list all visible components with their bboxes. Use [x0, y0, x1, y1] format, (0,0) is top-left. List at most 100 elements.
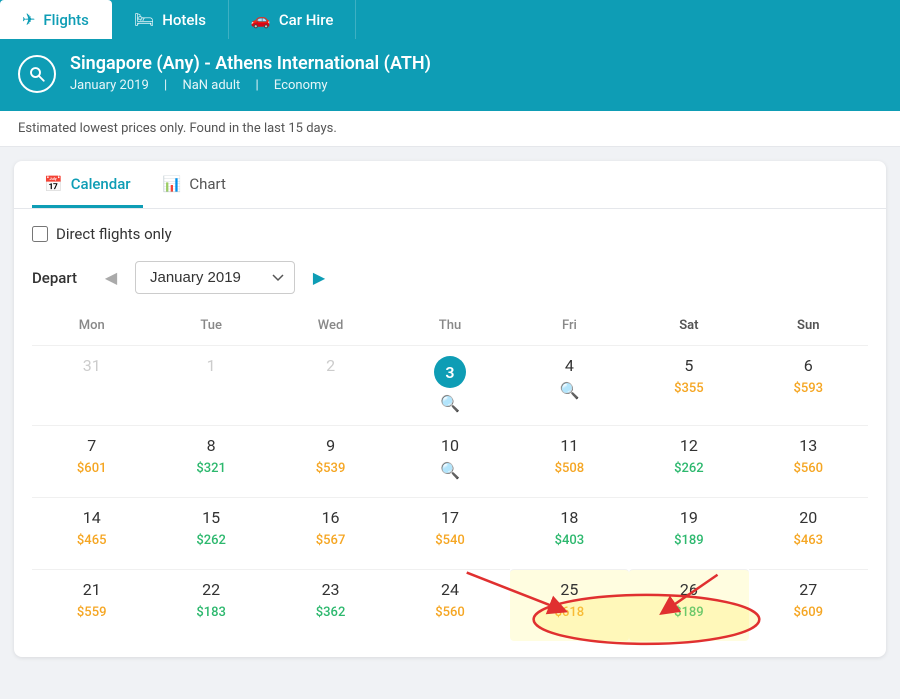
- day-31: 31: [32, 345, 151, 425]
- header-wed: Wed: [271, 314, 390, 337]
- calendar-wrapper: Mon Tue Wed Thu Fri Sat Sun 31: [32, 314, 868, 641]
- header-sat: Sat: [629, 314, 748, 337]
- view-tabs: 📅 Calendar 📊 Chart: [14, 161, 886, 209]
- day-price: $559: [77, 605, 107, 620]
- day-price: $362: [316, 605, 346, 620]
- day-jan7[interactable]: 7 $601: [32, 425, 151, 497]
- top-tabs: ✈ Flights 🛏 Hotels 🚗 Car Hire: [0, 0, 900, 39]
- day-jan14[interactable]: 14 $465: [32, 497, 151, 569]
- day-num: 17: [441, 508, 459, 527]
- day-num: 12: [680, 436, 698, 455]
- day-jan6[interactable]: 6 $593: [749, 345, 868, 425]
- day-jan23[interactable]: 23 $362: [271, 569, 390, 641]
- tab-carhire[interactable]: 🚗 Car Hire: [229, 0, 357, 39]
- day-price: $183: [196, 605, 226, 620]
- week-3: 14 $465 15 $262 16 $567 17: [32, 497, 868, 569]
- tab-chart[interactable]: 📊 Chart: [151, 161, 238, 208]
- day-num: 27: [799, 580, 817, 599]
- day-jan20[interactable]: 20 $463: [749, 497, 868, 569]
- day-price: $540: [435, 533, 465, 548]
- day-jan27[interactable]: 27 $609: [749, 569, 868, 641]
- search-circle[interactable]: [18, 55, 56, 93]
- hotels-icon: 🛏: [134, 10, 154, 29]
- next-month-button[interactable]: ▶: [305, 264, 333, 292]
- route-title: Singapore (Any) - Athens International (…: [70, 53, 431, 74]
- day-jan25[interactable]: 25 $618: [510, 569, 629, 641]
- day-jan16[interactable]: 16 $567: [271, 497, 390, 569]
- header-mon: Mon: [32, 314, 151, 337]
- flights-icon: ✈: [22, 10, 35, 29]
- tab-hotels[interactable]: 🛏 Hotels: [112, 0, 229, 39]
- tab-calendar[interactable]: 📅 Calendar: [32, 161, 143, 208]
- day-jan5[interactable]: 5 $355: [629, 345, 748, 425]
- day-jan8[interactable]: 8 $321: [151, 425, 270, 497]
- tab-flights-label: Flights: [43, 11, 88, 29]
- day-num: 21: [83, 580, 101, 599]
- week-2: 7 $601 8 $321 9 $539 10: [32, 425, 868, 497]
- day-jan26[interactable]: 26 $189: [629, 569, 748, 641]
- day-jan10[interactable]: 10 🔍: [390, 425, 509, 497]
- header-tue: Tue: [151, 314, 270, 337]
- calendar-section: Direct flights only Depart ◀ January 201…: [14, 209, 886, 657]
- chart-tab-label: Chart: [189, 175, 226, 193]
- day-jan24[interactable]: 24 $560: [390, 569, 509, 641]
- day-num: 4: [565, 356, 574, 375]
- day-jan18[interactable]: 18 $403: [510, 497, 629, 569]
- search-icon: [28, 65, 46, 83]
- day-num: 18: [560, 508, 578, 527]
- day-jan15[interactable]: 15 $262: [151, 497, 270, 569]
- tab-flights[interactable]: ✈ Flights: [0, 0, 112, 39]
- day-num: 22: [202, 580, 220, 599]
- day-jan4[interactable]: 4 🔍: [510, 345, 629, 425]
- day-jan12[interactable]: 12 $262: [629, 425, 748, 497]
- day-price: $465: [77, 533, 107, 548]
- app-wrapper: ✈ Flights 🛏 Hotels 🚗 Car Hire Singapore …: [0, 0, 900, 657]
- day-num: 19: [680, 508, 698, 527]
- meta-sep2: |: [256, 78, 259, 93]
- day-num: 10: [441, 436, 459, 455]
- chart-tab-icon: 📊: [163, 175, 182, 193]
- day-jan13[interactable]: 13 $560: [749, 425, 868, 497]
- header-fri: Fri: [510, 314, 629, 337]
- day-num: 8: [207, 436, 216, 455]
- direct-flights-row: Direct flights only: [32, 225, 868, 243]
- day-num: 5: [684, 356, 693, 375]
- day-price: $355: [674, 381, 704, 396]
- day-price: $560: [794, 461, 824, 476]
- depart-label: Depart: [32, 269, 87, 287]
- day-jan9[interactable]: 9 $539: [271, 425, 390, 497]
- day-num: 1: [207, 356, 216, 375]
- day-jan19[interactable]: 19 $189: [629, 497, 748, 569]
- month-select[interactable]: January 2019: [135, 261, 295, 294]
- direct-flights-label[interactable]: Direct flights only: [56, 225, 172, 243]
- meta-sep1: |: [164, 78, 167, 93]
- day-num: 7: [87, 436, 96, 455]
- notice-text: Estimated lowest prices only. Found in t…: [18, 121, 337, 136]
- header-thu: Thu: [390, 314, 509, 337]
- calendar-tab-label: Calendar: [71, 175, 131, 193]
- day-price: $618: [555, 605, 585, 620]
- search-meta: January 2019 | NaN adult | Economy: [70, 78, 431, 93]
- search-mag-icon[interactable]: 🔍: [559, 381, 579, 400]
- day-price: $560: [435, 605, 465, 620]
- day-num: 2: [326, 356, 335, 375]
- day-num: 11: [560, 436, 578, 455]
- search-class: Economy: [274, 78, 328, 93]
- calendar-tab-icon: 📅: [44, 175, 63, 193]
- prev-month-button[interactable]: ◀: [97, 264, 125, 292]
- day-num: 24: [441, 580, 459, 599]
- day-jan11[interactable]: 11 $508: [510, 425, 629, 497]
- day-jan3[interactable]: 3 🔍: [390, 345, 509, 425]
- direct-flights-checkbox[interactable]: [32, 226, 48, 242]
- day-jan17[interactable]: 17 $540: [390, 497, 509, 569]
- search-mag-icon[interactable]: 🔍: [440, 394, 460, 413]
- day-num-today: 3: [434, 356, 466, 388]
- day-jan21[interactable]: 21 $559: [32, 569, 151, 641]
- search-mag-icon[interactable]: 🔍: [440, 461, 460, 480]
- tab-carhire-label: Car Hire: [279, 11, 334, 29]
- notice-bar: Estimated lowest prices only. Found in t…: [0, 111, 900, 147]
- day-price: $601: [77, 461, 107, 476]
- search-adults: NaN adult: [182, 78, 240, 93]
- day-jan22[interactable]: 22 $183: [151, 569, 270, 641]
- day-price: $567: [316, 533, 346, 548]
